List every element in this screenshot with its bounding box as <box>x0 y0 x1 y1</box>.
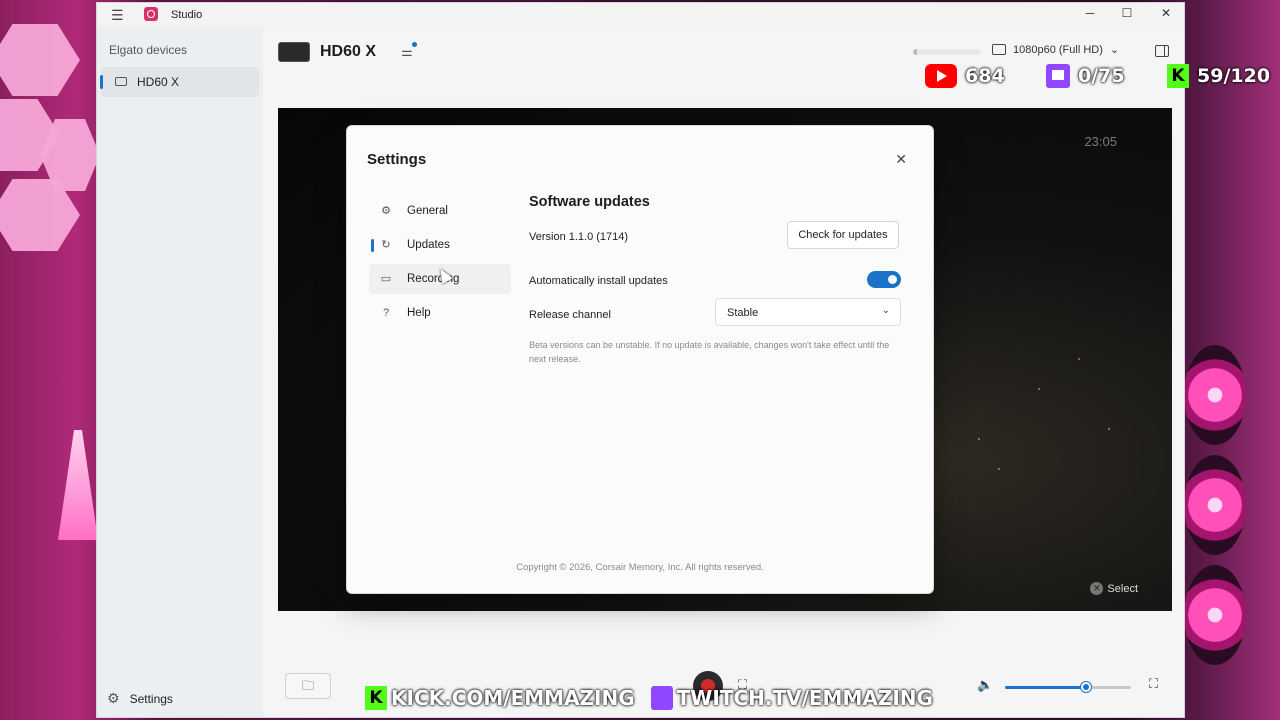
check-for-updates-button[interactable]: Check for updates <box>787 221 899 249</box>
youtube-overlay: 684 <box>925 64 1005 88</box>
sidebar-heading: Elgato devices <box>109 43 188 57</box>
release-channel-value: Stable <box>727 307 759 319</box>
volume-knob[interactable] <box>1080 682 1091 692</box>
chevron-down-icon: ⌄ <box>881 305 890 316</box>
device-settings-icon[interactable]: ⚌ <box>396 41 418 63</box>
volume-slider[interactable] <box>1005 682 1131 692</box>
updates-panel: Software updates Version 1.1.0 (1714) Ch… <box>529 194 901 364</box>
kick-url: KICK.COM/EMMAZING <box>391 686 635 710</box>
release-channel-note: Beta versions can be unstable. If no upd… <box>529 340 890 364</box>
sparkle <box>1078 358 1080 360</box>
minimize-icon[interactable]: ─ <box>1080 6 1100 20</box>
help-icon: ? <box>382 307 390 319</box>
channel-urls-overlay: K KICK.COM/EMMAZING TWITCH.TV/EMMAZING <box>365 686 933 710</box>
twitch-icon <box>650 686 673 710</box>
twitch-url: TWITCH.TV/EMMAZING <box>676 686 933 710</box>
open-folder-button[interactable]: 🗀 <box>285 673 331 699</box>
refresh-icon: ↻ <box>381 239 391 251</box>
sparkle <box>1038 388 1040 390</box>
resolution-select[interactable]: 1080p60 (Full HD) ⌄ <box>992 43 1119 56</box>
settings-nav: ⚙ General ↻ Updates ▭ Recording ? Help <box>369 196 511 332</box>
chevron-down-icon: ⌄ <box>1109 44 1120 56</box>
close-icon[interactable]: ✕ <box>895 151 907 168</box>
settings-title: Settings <box>367 151 427 168</box>
updates-heading: Software updates <box>529 194 650 210</box>
close-window-icon[interactable]: ✕ <box>1156 6 1176 20</box>
kick-icon: K <box>1167 64 1189 88</box>
lava-lamp <box>58 430 98 540</box>
sidebar: Elgato devices HD60 X ⚙ Settings <box>97 27 263 717</box>
sparkle <box>978 438 980 440</box>
camera-icon: ▭ <box>380 273 392 285</box>
sparkle <box>998 468 1000 470</box>
sidebar-item-hd60x[interactable]: HD60 X <box>100 67 259 97</box>
twitch-count: 0/75 <box>1078 65 1125 87</box>
youtube-icon <box>925 64 957 88</box>
x-button-icon: ✕ <box>1090 582 1104 595</box>
case-fan <box>1184 455 1246 555</box>
sparkle <box>1108 428 1110 430</box>
side-panel-icon[interactable] <box>1155 45 1169 57</box>
settings-nav-label: Help <box>407 307 431 319</box>
resolution-value: 1080p60 (Full HD) <box>1013 43 1103 56</box>
auto-install-toggle[interactable] <box>867 271 901 288</box>
capture-device-icon <box>115 77 127 86</box>
auto-install-label: Automatically install updates <box>529 275 668 287</box>
audio-level-meter <box>913 49 981 55</box>
active-indicator <box>100 75 103 89</box>
volume-icon[interactable]: 🔈 <box>977 677 993 693</box>
kick-url-group: K KICK.COM/EMMAZING <box>365 686 635 710</box>
settings-nav-label: Recording <box>407 273 460 285</box>
twitch-overlay: 0/75 <box>1046 64 1125 88</box>
twitch-url-group: TWITCH.TV/EMMAZING <box>650 686 933 710</box>
gear-icon: ⚙ <box>107 690 120 706</box>
gear-icon: ⚙ <box>381 205 391 217</box>
twitch-icon <box>1046 64 1070 88</box>
hex-light <box>0 24 80 96</box>
kick-overlay: K 59/120 <box>1167 64 1270 88</box>
settings-nav-updates[interactable]: ↻ Updates <box>369 230 511 260</box>
kick-count: 59/120 <box>1197 65 1271 87</box>
youtube-count: 684 <box>965 65 1005 87</box>
title-bar: ☰ Studio ─ ☐ ✕ <box>97 3 1184 27</box>
fullscreen-icon[interactable]: ⛶ <box>1149 676 1158 692</box>
settings-nav-label: General <box>407 205 448 217</box>
release-channel-label: Release channel <box>529 309 611 321</box>
settings-nav-label: Updates <box>407 239 450 251</box>
settings-dialog: Settings ✕ ⚙ General ↻ Updates ▭ Recordi… <box>346 125 934 594</box>
case-fan <box>1184 345 1246 445</box>
version-label: Version 1.1.0 (1714) <box>529 231 629 243</box>
preview-clock: 23:05 <box>1084 134 1117 149</box>
maximize-icon[interactable]: ☐ <box>1117 6 1137 20</box>
case-fan <box>1184 565 1246 665</box>
volume-fill <box>1005 686 1086 689</box>
settings-nav-general[interactable]: ⚙ General <box>369 196 511 226</box>
folder-icon: 🗀 <box>301 678 315 693</box>
device-name: HD60 X <box>320 43 377 60</box>
select-hint-label: Select <box>1107 582 1138 595</box>
hamburger-menu-icon[interactable]: ☰ <box>111 7 124 24</box>
sidebar-settings-label: Settings <box>129 691 173 706</box>
device-thumbnail <box>278 42 310 62</box>
elgato-logo-icon <box>144 7 158 21</box>
release-channel-select[interactable]: Stable ⌄ <box>715 298 901 326</box>
settings-nav-help[interactable]: ? Help <box>369 298 511 328</box>
sidebar-item-label: HD60 X <box>137 75 180 89</box>
window-title: Studio <box>171 9 203 21</box>
select-hint: ✕ Select <box>1090 582 1138 595</box>
sidebar-settings-button[interactable]: ⚙ Settings <box>107 690 173 707</box>
copyright: Copyright © 2026, Corsair Memory, Inc. A… <box>516 562 764 573</box>
kick-icon: K <box>365 686 387 710</box>
camera-icon <box>992 44 1006 55</box>
